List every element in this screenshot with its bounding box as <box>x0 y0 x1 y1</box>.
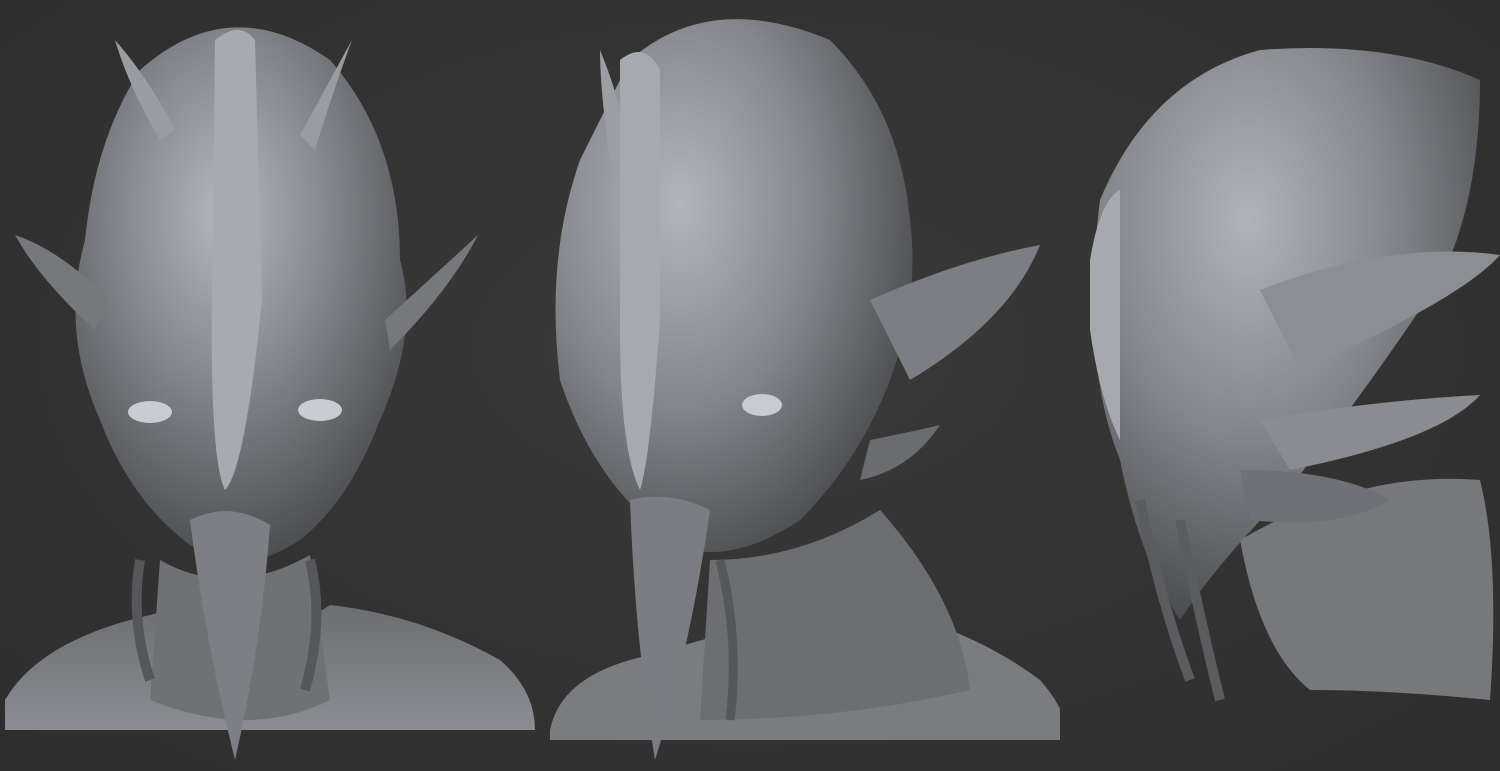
creature-bust-front-view <box>0 0 540 771</box>
front-right-eye <box>298 399 342 421</box>
creature-bust-three-quarter-image <box>550 19 1060 760</box>
creature-bust-front-image <box>5 27 535 760</box>
render-canvas <box>0 0 1500 771</box>
front-left-eye <box>128 401 172 423</box>
creature-bust-side-image <box>1090 48 1500 702</box>
three-quarter-eye <box>742 394 782 416</box>
creature-bust-side-view <box>1060 0 1500 771</box>
creature-bust-three-quarter-view <box>540 0 1060 771</box>
